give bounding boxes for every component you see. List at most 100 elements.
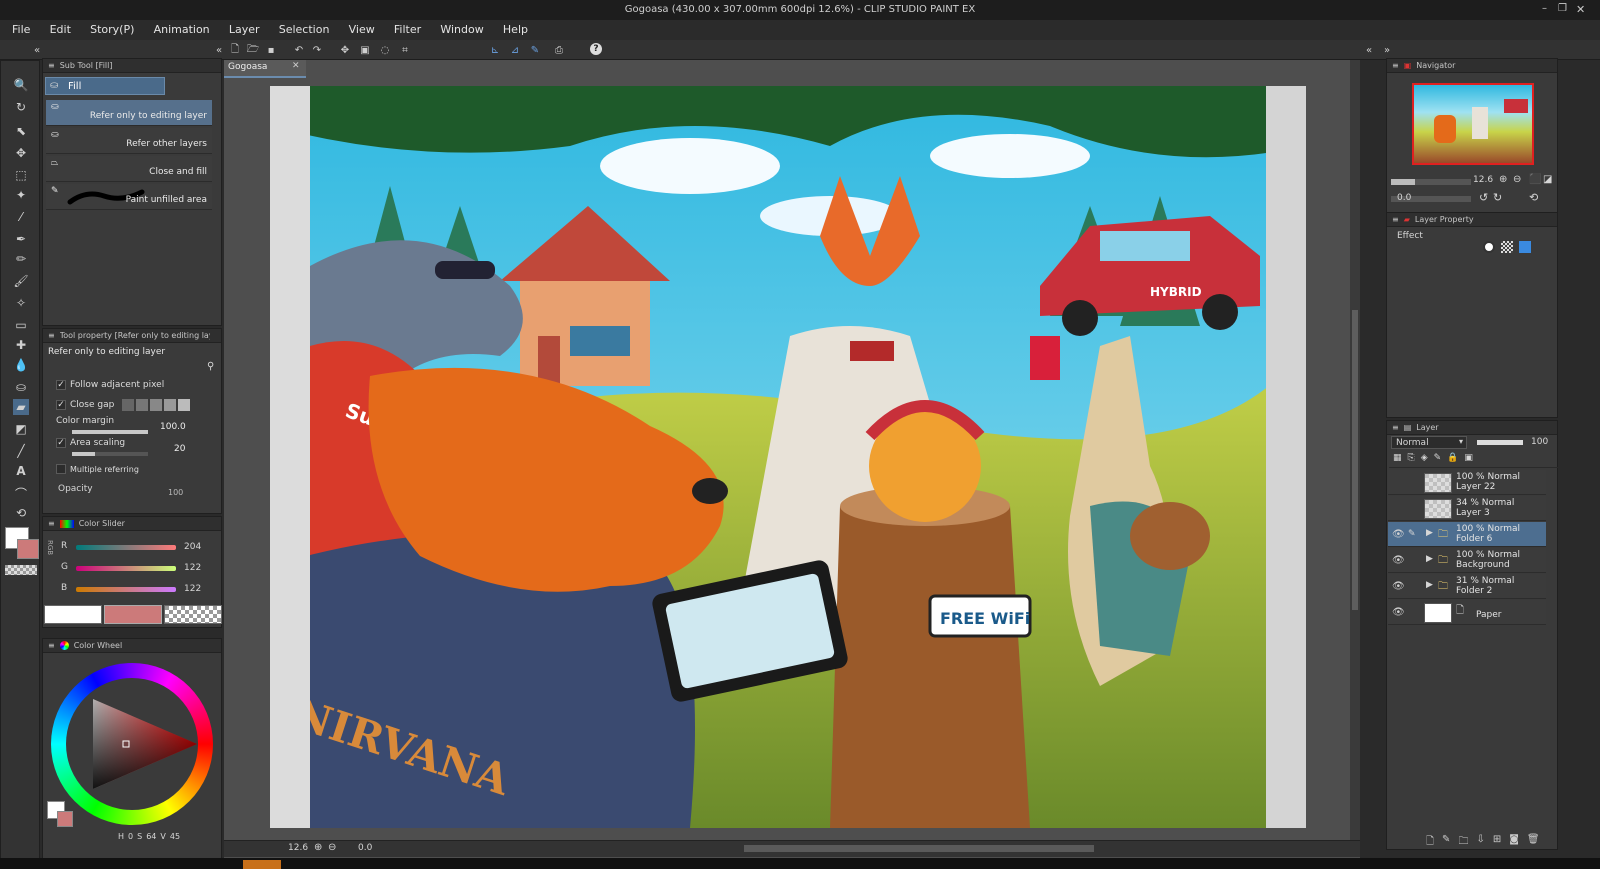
zoom-out-icon[interactable]: ⊖ — [328, 842, 336, 853]
help-icon[interactable]: ? — [590, 43, 602, 55]
document-tab[interactable]: Gogoasa ✕ — [224, 60, 306, 78]
ruler-snap-icon[interactable]: ⊿ — [508, 43, 522, 57]
ruler-icon[interactable]: ⊾ — [488, 43, 502, 57]
panel-menu-icon[interactable]: ≡ — [1392, 423, 1399, 432]
undo-icon[interactable]: ↶ — [292, 43, 306, 57]
collapse-left2-icon[interactable]: « — [212, 43, 226, 57]
layer-opacity-slider[interactable] — [1477, 440, 1523, 445]
clip-icon[interactable]: ⎘ — [1408, 453, 1415, 467]
collapse-left-icon[interactable]: « — [30, 43, 44, 57]
rotate-reset-icon[interactable]: ⟲ — [1529, 191, 1538, 204]
horizontal-scrollbar[interactable] — [744, 845, 1094, 852]
gap-size-selector[interactable] — [122, 399, 191, 411]
layer-color-effect-icon[interactable] — [1519, 241, 1531, 253]
r-slider[interactable] — [76, 545, 176, 550]
navigator-preview[interactable] — [1412, 83, 1534, 165]
b-slider[interactable] — [76, 587, 176, 592]
menu-story[interactable]: Story(P) — [90, 23, 134, 36]
color-margin-slider[interactable] — [72, 430, 148, 434]
menu-file[interactable]: File — [12, 23, 30, 36]
figure-tool-icon[interactable]: ╱ — [13, 443, 29, 459]
eye-icon[interactable]: 👁 — [1392, 529, 1405, 540]
panel-menu-icon[interactable]: ≡ — [1392, 215, 1399, 224]
eraser-tool-icon[interactable]: ▭ — [13, 317, 29, 333]
expand-right-icon[interactable]: » — [1380, 43, 1394, 57]
text-tool-icon[interactable]: A — [13, 463, 29, 479]
multiple-referring-checkbox[interactable] — [56, 464, 66, 474]
area-scaling-slider[interactable] — [72, 452, 148, 456]
mask-layer-icon[interactable]: ◙ — [1509, 834, 1519, 850]
opacity-value[interactable]: 100 — [168, 488, 183, 496]
expand-arrow-icon[interactable]: ▶ — [1426, 528, 1433, 538]
main-color-chip[interactable] — [44, 605, 102, 624]
transform-icon[interactable]: ✥ — [338, 43, 352, 57]
menu-filter[interactable]: Filter — [394, 23, 421, 36]
new-folder-icon[interactable]: 🗀 — [1458, 834, 1468, 850]
layer-row-layer3[interactable]: 34 % Normal Layer 3 — [1388, 496, 1546, 521]
pen-snap-icon[interactable]: ✎ — [528, 43, 542, 57]
navigator-flip-icon[interactable]: ◪ — [1543, 174, 1552, 185]
brush-tool-icon[interactable]: 🖌 — [13, 273, 29, 289]
transparent-color-chip[interactable] — [164, 605, 222, 624]
g-slider[interactable] — [76, 566, 176, 571]
color-margin-value[interactable]: 100.0 — [160, 422, 186, 432]
follow-adjacent-row[interactable]: ✓ Follow adjacent pixel — [56, 380, 164, 390]
b-value[interactable]: 122 — [184, 584, 201, 594]
new-vector-layer-icon[interactable]: ✎ — [1442, 834, 1450, 850]
selection-tool-icon[interactable]: ⬚ — [13, 167, 29, 183]
bucket-fill-tool-icon[interactable]: ⛀ — [13, 379, 29, 395]
menu-window[interactable]: Window — [440, 23, 483, 36]
select-all-icon[interactable]: ▣ — [358, 43, 372, 57]
layer-row-paper[interactable]: 👁 🗋 Paper — [1388, 600, 1546, 625]
subtool-refer-other[interactable]: ⛀ Refer other layers — [46, 128, 212, 154]
auto-select-tool-icon[interactable]: ✦ — [13, 187, 29, 203]
menu-help[interactable]: Help — [503, 23, 528, 36]
combine-icon[interactable]: ⊞ — [1493, 834, 1501, 850]
layer-row-folder2[interactable]: 👁 ▶ 🗀 31 % Normal Folder 2 — [1388, 574, 1546, 599]
expand-arrow-icon[interactable]: ▶ — [1426, 554, 1433, 564]
expand-arrow-icon[interactable]: ▶ — [1426, 580, 1433, 590]
new-file-icon[interactable]: 🗋 — [228, 43, 242, 57]
close-gap-row[interactable]: ✓ Close gap — [56, 399, 191, 411]
gradient-tool-icon[interactable]: ◩ — [13, 421, 29, 437]
area-scaling-value[interactable]: 20 — [174, 444, 185, 454]
close-gap-checkbox[interactable]: ✓ — [56, 400, 66, 410]
save-icon[interactable]: ▪ — [264, 43, 278, 57]
multiple-referring-row[interactable]: Multiple referring — [56, 464, 139, 474]
operation-tool-icon[interactable]: ⬉ — [13, 123, 29, 139]
mask-icon[interactable]: ▣ — [1464, 453, 1473, 467]
taskbar-active-app[interactable] — [243, 860, 281, 869]
balloon-tool-icon[interactable]: ⌒ — [13, 485, 29, 501]
blend-tool-icon[interactable]: 💧 — [13, 357, 29, 373]
layer-row-background[interactable]: 👁 ▶ 🗀 100 % Normal Background — [1388, 548, 1546, 573]
subtool-refer-editing[interactable]: ⛀ Refer only to editing layer — [46, 100, 212, 126]
g-value[interactable]: 122 — [184, 563, 201, 573]
navigator-rotation-value[interactable]: 0.0 — [1397, 193, 1411, 203]
correct-line-tool-icon[interactable]: ⟲ — [13, 505, 29, 521]
zoom-tool-icon[interactable]: 🔍 — [13, 77, 29, 93]
navigator-fit-icon[interactable]: ⬛ — [1529, 174, 1541, 185]
area-scaling-row[interactable]: ✓ Area scaling — [56, 438, 125, 448]
sub-color-swatch[interactable] — [17, 539, 39, 559]
rotate-right-icon[interactable]: ↻ — [1493, 191, 1502, 204]
layer-row-layer22[interactable]: 100 % Normal Layer 22 — [1388, 470, 1546, 495]
navigator-zoom-slider[interactable] — [1391, 179, 1471, 185]
subtool-close-fill[interactable]: ⏢ Close and fill — [46, 156, 212, 182]
redo-icon[interactable]: ↷ — [310, 43, 324, 57]
panel-menu-icon[interactable]: ≡ — [48, 519, 55, 528]
delete-layer-icon[interactable]: 🗑 — [1527, 834, 1540, 850]
navigator-zoom-out-icon[interactable]: ⊖ — [1513, 174, 1521, 185]
pen-tool-icon[interactable]: ✒ — [13, 231, 29, 247]
move-layer-tool-icon[interactable]: ✥ — [13, 145, 29, 161]
maximize-button[interactable]: ❐ — [1558, 3, 1570, 15]
r-value[interactable]: 204 — [184, 542, 201, 552]
draft-icon[interactable]: ✎ — [1434, 453, 1442, 467]
lock-icon[interactable]: 🔒 — [1447, 453, 1458, 467]
layer-row-folder6[interactable]: 👁 ✎ ▶ 🗀 100 % Normal Folder 6 — [1388, 522, 1546, 547]
blend-mode-select[interactable]: Normal ▾ — [1391, 436, 1467, 449]
layer-color-icon[interactable]: ▦ — [1393, 453, 1402, 467]
decoration-tool-icon[interactable]: ✚ — [13, 337, 29, 353]
status-rotation[interactable]: 0.0 — [358, 843, 372, 853]
open-file-icon[interactable]: 🗁 — [246, 43, 260, 57]
rotate-left-icon[interactable]: ↺ — [1479, 191, 1488, 204]
